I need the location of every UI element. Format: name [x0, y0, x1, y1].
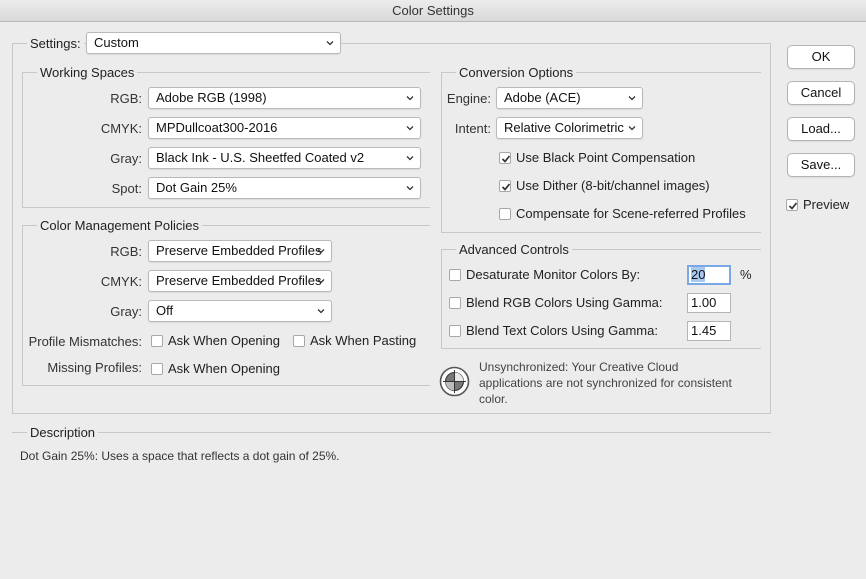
chevron-down-icon — [317, 249, 325, 254]
scene-referred-label[interactable]: Compensate for Scene-referred Profiles — [516, 206, 746, 221]
cmp-cmyk-value: Preserve Embedded Profiles — [156, 273, 322, 288]
black-point-label[interactable]: Use Black Point Compensation — [516, 150, 695, 165]
engine-value: Adobe (ACE) — [504, 90, 581, 105]
chevron-down-icon — [406, 156, 414, 161]
blend-rgb-input-value: 1.00 — [691, 295, 717, 310]
working-spaces-title: Working Spaces — [37, 65, 138, 80]
settings-label: Settings: — [27, 36, 84, 51]
color-sync-icon — [439, 366, 470, 397]
cmp-cmyk-label: CMYK: — [100, 274, 142, 289]
engine-select[interactable]: Adobe (ACE) — [496, 87, 643, 109]
ws-cmyk-select[interactable]: MPDullcoat300-2016 — [148, 117, 421, 139]
cancel-button-label: Cancel — [800, 85, 842, 100]
cmp-gray-label: Gray: — [110, 304, 142, 319]
cmp-rgb-select[interactable]: Preserve Embedded Profiles — [148, 240, 332, 262]
chevron-down-icon — [317, 279, 325, 284]
black-point-checkbox[interactable] — [499, 152, 511, 164]
mismatch-ask-pasting-checkbox[interactable] — [293, 335, 305, 347]
policies-title: Color Management Policies — [37, 218, 202, 233]
sync-notice-line2: applications are not synchronized for co… — [479, 376, 732, 390]
cmp-rgb-value: Preserve Embedded Profiles — [156, 243, 322, 258]
sync-notice-line1: Unsynchronized: Your Creative Cloud — [479, 360, 679, 374]
desaturate-input-value: 20 — [691, 267, 706, 282]
preview-label[interactable]: Preview — [803, 197, 849, 212]
window-titlebar: Color Settings — [0, 0, 866, 22]
sync-notice: Unsynchronized: Your Creative Cloud appl… — [479, 359, 732, 407]
desaturate-input[interactable]: 20 — [687, 265, 731, 285]
load-button[interactable]: Load... — [787, 117, 855, 141]
blend-text-input-value: 1.45 — [691, 323, 717, 338]
blend-rgb-checkbox[interactable] — [449, 297, 461, 309]
save-button-label: Save... — [800, 157, 842, 172]
description-text: Dot Gain 25%: Uses a space that reflects… — [20, 449, 340, 463]
ws-gray-select[interactable]: Black Ink - U.S. Sheetfed Coated v2 — [148, 147, 421, 169]
ws-spot-value: Dot Gain 25% — [156, 180, 237, 195]
ws-rgb-select[interactable]: Adobe RGB (1998) — [148, 87, 421, 109]
chevron-down-icon — [326, 41, 334, 46]
ws-spot-label: Spot: — [111, 181, 142, 196]
ok-button[interactable]: OK — [787, 45, 855, 69]
ws-cmyk-label: CMYK: — [100, 121, 142, 136]
desaturate-checkbox[interactable] — [449, 269, 461, 281]
intent-value: Relative Colorimetric — [504, 120, 624, 135]
save-button[interactable]: Save... — [787, 153, 855, 177]
chevron-down-icon — [317, 309, 325, 314]
sync-notice-line3: color. — [479, 392, 508, 406]
mismatch-ask-opening-checkbox[interactable] — [151, 335, 163, 347]
load-button-label: Load... — [801, 121, 841, 136]
ws-cmyk-value: MPDullcoat300-2016 — [156, 120, 278, 135]
blend-text-checkbox[interactable] — [449, 325, 461, 337]
chevron-down-icon — [406, 96, 414, 101]
intent-label: Intent: — [454, 121, 491, 136]
checkmark-icon — [788, 202, 798, 210]
profile-mismatches-label: Profile Mismatches: — [28, 334, 142, 349]
desaturate-label[interactable]: Desaturate Monitor Colors By: — [466, 267, 640, 282]
missing-profiles-label: Missing Profiles: — [47, 360, 142, 375]
scene-referred-checkbox[interactable] — [499, 208, 511, 220]
advanced-controls-title: Advanced Controls — [456, 242, 572, 257]
blend-rgb-input[interactable]: 1.00 — [687, 293, 731, 313]
cancel-button[interactable]: Cancel — [787, 81, 855, 105]
chevron-down-icon — [406, 126, 414, 131]
engine-label: Engine: — [446, 91, 491, 106]
cmp-cmyk-select[interactable]: Preserve Embedded Profiles — [148, 270, 332, 292]
ws-gray-label: Gray: — [110, 151, 142, 166]
settings-select[interactable]: Custom — [86, 32, 341, 54]
window-title: Color Settings — [392, 3, 474, 18]
chevron-down-icon — [628, 126, 636, 131]
ws-gray-value: Black Ink - U.S. Sheetfed Coated v2 — [156, 150, 365, 165]
dither-checkbox[interactable] — [499, 180, 511, 192]
missing-ask-opening-label[interactable]: Ask When Opening — [168, 361, 280, 376]
checkmark-icon — [501, 155, 511, 163]
blend-rgb-label[interactable]: Blend RGB Colors Using Gamma: — [466, 295, 663, 310]
checkmark-icon — [501, 183, 511, 191]
ok-button-label: OK — [811, 49, 831, 64]
chevron-down-icon — [628, 96, 636, 101]
cmp-rgb-label: RGB: — [110, 244, 142, 259]
preview-checkbox[interactable] — [786, 199, 798, 211]
ws-rgb-value: Adobe RGB (1998) — [156, 90, 267, 105]
missing-ask-opening-checkbox[interactable] — [151, 363, 163, 375]
settings-select-value: Custom — [94, 35, 139, 50]
blend-text-label[interactable]: Blend Text Colors Using Gamma: — [466, 323, 658, 338]
description-title: Description — [27, 425, 99, 440]
cmp-gray-value: Off — [156, 303, 174, 318]
chevron-down-icon — [406, 186, 414, 191]
blend-text-input[interactable]: 1.45 — [687, 321, 731, 341]
mismatch-ask-pasting-label[interactable]: Ask When Pasting — [310, 333, 416, 348]
intent-select[interactable]: Relative Colorimetric — [496, 117, 643, 139]
ws-rgb-label: RGB: — [110, 91, 142, 106]
cmp-gray-select[interactable]: Off — [148, 300, 332, 322]
conversion-options-title: Conversion Options — [456, 65, 577, 80]
mismatch-ask-opening-label[interactable]: Ask When Opening — [168, 333, 280, 348]
ws-spot-select[interactable]: Dot Gain 25% — [148, 177, 421, 199]
desaturate-unit: % — [740, 267, 752, 282]
dither-label[interactable]: Use Dither (8-bit/channel images) — [516, 178, 710, 193]
